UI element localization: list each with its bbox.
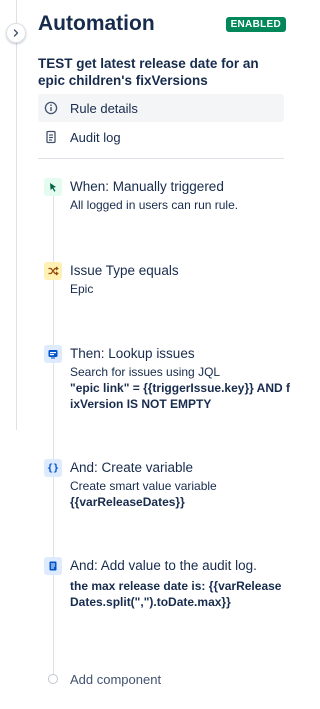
cursor-click-icon (44, 178, 62, 196)
lookup-icon (44, 345, 62, 363)
step-description: All logged in users can run rule. (70, 198, 239, 212)
rule-name: TEST get latest release date for an epic… (38, 56, 259, 88)
audit-log-message: the max release date is: {{varReleaseDat… (70, 579, 282, 609)
sidebar-rail (16, 0, 17, 430)
nav-rule-details-label: Rule details (70, 100, 138, 116)
step-title: When: Manually triggered (70, 179, 224, 194)
header: Automation ENABLED (38, 10, 286, 38)
curly-braces-icon: {} (44, 459, 62, 477)
step-title: Issue Type equals (70, 263, 179, 278)
info-icon (44, 101, 58, 115)
step-description: Create smart value variable (70, 479, 217, 493)
component-trigger[interactable]: When: Manually triggered All logged in u… (44, 178, 290, 213)
step-title: And: Add value to the audit log. (70, 558, 257, 573)
step-description: Search for issues using JQL (70, 365, 221, 379)
component-lookup-issues[interactable]: Then: Lookup issues Search for issues us… (44, 345, 290, 412)
collapse-sidebar-button[interactable] (6, 23, 26, 43)
add-component-button[interactable]: Add component (44, 670, 161, 688)
step-title: And: Create variable (70, 460, 194, 475)
component-create-variable[interactable]: {} And: Create variable Create smart val… (44, 459, 290, 510)
page-title: Automation (38, 12, 155, 35)
shuffle-icon (44, 262, 62, 280)
chevron-right-icon (13, 29, 19, 37)
status-badge: ENABLED (225, 16, 286, 32)
document-icon (44, 130, 58, 144)
jql-query: "epic link" = {{triggerIssue.key}} AND f… (70, 381, 291, 411)
add-component-dot (48, 674, 58, 684)
variable-name: {{varReleaseDates}} (70, 495, 185, 509)
nav-rule-details[interactable]: Rule details (38, 94, 284, 122)
add-component-label: Add component (70, 671, 162, 687)
nav-audit-log[interactable]: Audit log (38, 123, 284, 151)
divider (38, 158, 284, 159)
step-title: Then: Lookup issues (70, 346, 195, 361)
component-audit-log[interactable]: And: Add value to the audit log. the max… (44, 557, 290, 610)
nav-audit-log-label: Audit log (70, 129, 121, 145)
component-condition[interactable]: Issue Type equals Epic (44, 262, 290, 297)
step-description: Epic (70, 282, 94, 296)
document-icon (44, 557, 62, 575)
